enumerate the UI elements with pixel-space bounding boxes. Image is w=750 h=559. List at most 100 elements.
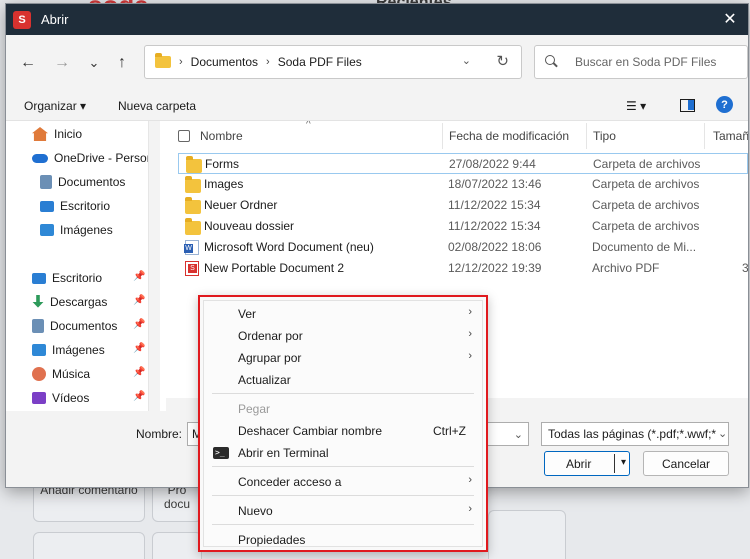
chevron-right-icon: › — [468, 474, 472, 486]
download-icon — [32, 295, 44, 308]
preview-pane-icon[interactable] — [680, 99, 695, 112]
sidebar-item-escritorio[interactable]: Escritorio — [40, 195, 110, 217]
menu-separator — [212, 495, 474, 496]
pin-icon: 📌 — [133, 343, 146, 354]
close-button[interactable]: ✕ — [718, 8, 742, 30]
chevron-down-icon[interactable]: ⌄ — [718, 427, 727, 440]
menu-item-conceder-acceso[interactable]: Conceder acceso a › — [204, 471, 482, 493]
menu-item-propiedades[interactable]: Propiedades — [204, 529, 482, 551]
sidebar-item-inicio[interactable]: Inicio — [32, 123, 82, 145]
search-input[interactable]: Buscar en Soda PDF Files — [575, 55, 716, 69]
file-name-label: Nombre: — [136, 427, 183, 441]
breadcrumb-soda-pdf-files[interactable]: Soda PDF Files — [278, 55, 362, 69]
navigation-bar: ← → ⌄ ↑ › Documentos › Soda PDF Files ⌄ … — [6, 35, 748, 91]
dialog-title: Abrir — [41, 12, 69, 27]
split-divider — [614, 454, 615, 473]
select-all-checkbox[interactable] — [178, 130, 190, 142]
bg-tile-3[interactable] — [33, 532, 145, 559]
column-size[interactable]: Tamaño — [713, 129, 748, 143]
table-row[interactable]: Neuer Ordner 11/12/2022 15:34 Carpeta de… — [178, 195, 748, 216]
breadcrumb-documentos[interactable]: Documentos — [191, 55, 258, 69]
context-menu-highlight: Ver › Ordenar por › Agrupar por › Actual… — [198, 295, 488, 552]
menu-item-actualizar[interactable]: Actualizar — [204, 369, 482, 391]
sidebar-item-documentos[interactable]: Documentos — [40, 171, 125, 193]
file-name: Neuer Ordner — [204, 198, 278, 212]
column-divider[interactable] — [586, 123, 587, 149]
file-type: Archivo PDF — [592, 261, 660, 275]
column-header: ^ Nombre Fecha de modificación Tipo Tama… — [166, 121, 748, 151]
file-type: Carpeta de archivos — [592, 177, 700, 191]
column-divider[interactable] — [704, 123, 705, 149]
table-row[interactable]: W Microsoft Word Document (neu) 02/08/20… — [178, 237, 748, 258]
pin-icon: 📌 — [133, 295, 146, 306]
menu-item-nuevo[interactable]: Nuevo › — [204, 500, 482, 522]
menu-item-label: Actualizar — [238, 373, 291, 387]
video-icon — [32, 392, 46, 404]
pin-icon: 📌 — [133, 319, 146, 330]
table-row[interactable]: Nouveau dossier 11/12/2022 15:34 Carpeta… — [178, 216, 748, 237]
chevron-right-icon: › — [468, 328, 472, 340]
address-bar[interactable]: › Documentos › Soda PDF Files ⌄ ↻ — [144, 45, 522, 79]
recent-locations-button[interactable]: ⌄ — [84, 53, 104, 73]
desktop-icon — [40, 200, 54, 212]
sidebar-item-imagenes[interactable]: Imágenes — [40, 219, 113, 241]
menu-item-ver[interactable]: Ver › — [204, 303, 482, 325]
up-button[interactable]: ↑ — [112, 53, 132, 73]
cancel-button[interactable]: Cancelar — [643, 451, 729, 476]
close-icon: ✕ — [723, 11, 737, 28]
search-box[interactable]: Buscar en Soda PDF Files — [534, 45, 748, 79]
bg-tile-5[interactable] — [488, 510, 566, 559]
sidebar-item-label: Descargas — [50, 295, 108, 309]
chevron-right-icon: › — [468, 503, 472, 515]
menu-item-label: Conceder acceso a — [238, 475, 342, 489]
sidebar-item-label: Inicio — [54, 127, 83, 141]
open-options-chevron-icon[interactable]: ▾ — [621, 457, 626, 468]
back-button[interactable]: ← — [18, 53, 38, 73]
home-icon — [32, 127, 48, 141]
open-button[interactable]: Abrir ▾ — [544, 451, 630, 476]
arrow-up-icon: ↑ — [118, 54, 126, 71]
menu-item-agrupar-por[interactable]: Agrupar por › — [204, 347, 482, 369]
navigation-pane-scrollbar[interactable] — [148, 121, 160, 411]
menu-separator — [212, 466, 474, 467]
arrow-right-icon: → — [54, 54, 70, 71]
organize-menu-button[interactable]: Organizar ▾ — [24, 99, 86, 113]
menu-item-abrir-terminal[interactable]: >_ Abrir en Terminal — [204, 442, 482, 464]
sidebar-item-musica[interactable]: Música — [32, 363, 90, 385]
soda-app-icon: S — [13, 10, 31, 29]
help-icon[interactable]: ? — [716, 96, 733, 113]
table-row[interactable]: S New Portable Document 2 12/12/2022 19:… — [178, 258, 748, 279]
column-divider[interactable] — [442, 123, 443, 149]
menu-item-deshacer[interactable]: Deshacer Cambiar nombre Ctrl+Z — [204, 420, 482, 442]
command-bar: Organizar ▾ Nueva carpeta ☰ ▾ ? — [6, 91, 748, 121]
column-type[interactable]: Tipo — [593, 129, 616, 143]
chevron-right-icon: › — [468, 306, 472, 318]
file-type-value: Todas las páginas (*.pdf;*.wwf;* — [548, 427, 717, 441]
menu-item-pegar: Pegar — [204, 398, 482, 420]
sidebar-item-onedrive[interactable]: OneDrive - Person — [32, 147, 153, 169]
table-row[interactable]: Images 18/07/2022 13:46 Carpeta de archi… — [178, 174, 748, 195]
refresh-icon[interactable]: ↻ — [496, 52, 509, 70]
sidebar-item-imagenes-pinned[interactable]: Imágenes — [32, 339, 105, 361]
sidebar-item-videos[interactable]: Vídeos — [32, 387, 89, 409]
file-type-select[interactable]: Todas las páginas (*.pdf;*.wwf;* — [541, 422, 729, 446]
column-name[interactable]: Nombre — [200, 129, 243, 143]
new-folder-button[interactable]: Nueva carpeta — [118, 99, 196, 113]
address-history-chevron-icon[interactable]: ⌄ — [462, 54, 471, 67]
folder-icon — [185, 218, 201, 235]
chevron-down-icon[interactable]: ⌄ — [514, 428, 523, 441]
sidebar-item-descargas[interactable]: Descargas — [32, 291, 107, 313]
column-modified[interactable]: Fecha de modificación — [449, 129, 569, 143]
table-row[interactable]: Forms 27/08/2022 9:44 Carpeta de archivo… — [178, 153, 748, 174]
sidebar-item-label: Escritorio — [52, 271, 103, 285]
folder-icon — [185, 197, 201, 214]
sidebar-item-documentos-pinned[interactable]: Documentos — [32, 315, 117, 337]
open-button-label: Abrir — [566, 456, 592, 471]
bg-tile-4[interactable] — [152, 532, 202, 559]
file-type: Documento de Mi... — [592, 240, 697, 254]
file-modified: 27/08/2022 9:44 — [449, 157, 536, 171]
forward-button[interactable]: → — [52, 53, 72, 73]
view-options-button[interactable]: ☰ ▾ — [626, 99, 646, 113]
sidebar-item-escritorio-pinned[interactable]: Escritorio — [32, 267, 102, 289]
menu-item-ordenar-por[interactable]: Ordenar por › — [204, 325, 482, 347]
